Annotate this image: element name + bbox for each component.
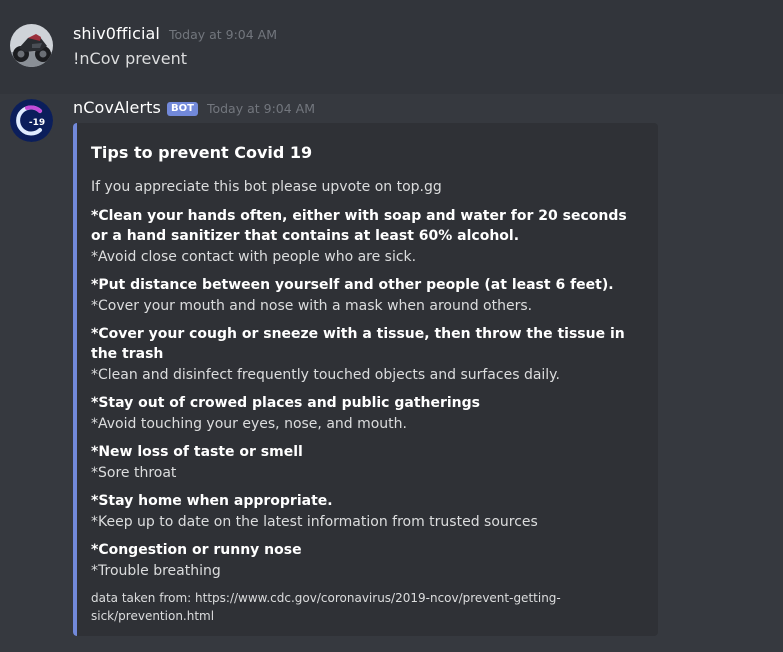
embed-field: *Clean your hands often, either with soa… [91,206,642,268]
field-name: *Put distance between yourself and other… [91,277,614,293]
embed-footer: data taken from: https://www.cdc.gov/cor… [91,591,561,623]
timestamp[interactable]: Today at 9:04 AM [207,101,315,116]
field-value: *Keep up to date on the latest informati… [91,514,538,530]
embed: Tips to prevent Covid 19 If you apprecia… [73,123,658,636]
bot-badge: BOT [167,102,198,116]
embed-field: *Cover your cough or sneeze with a tissu… [91,324,642,386]
field-value: *Sore throat [91,465,177,481]
username[interactable]: shiv0fficial [73,24,160,43]
field-value: *Avoid touching your eyes, nose, and mou… [91,416,407,432]
field-name: *Clean your hands often, either with soa… [91,208,627,244]
username[interactable]: nCovAlerts [73,98,161,117]
embed-field: *Stay home when appropriate. *Keep up to… [91,491,642,533]
message-bot[interactable]: -19 nCovAlerts BOT Today at 9:04 AM Tips… [0,94,783,652]
covid-19-logo-icon: -19 [10,99,53,142]
message-content: !nCov prevent [73,49,188,68]
message-user[interactable]: shiv0fficial Today at 9:04 AM !nCov prev… [0,0,783,94]
embed-field: *Put distance between yourself and other… [91,275,642,317]
field-name: *New loss of taste or smell [91,444,303,460]
embed-title: Tips to prevent Covid 19 [91,143,313,162]
embed-field: *New loss of taste or smell *Sore throat [91,442,642,484]
timestamp[interactable]: Today at 9:04 AM [169,27,277,42]
field-name: *Stay out of crowed places and public ga… [91,395,480,411]
field-name: *Congestion or runny nose [91,542,302,558]
field-value: *Avoid close contact with people who are… [91,249,417,265]
message-header: nCovAlerts BOT Today at 9:04 AM [73,98,315,118]
motorcycle-avatar-icon [10,24,53,67]
field-name: *Stay home when appropriate. [91,493,333,509]
field-value: *Clean and disinfect frequently touched … [91,367,560,383]
bot-avatar[interactable]: -19 [10,99,53,142]
embed-field: *Stay out of crowed places and public ga… [91,393,642,435]
user-avatar[interactable] [10,24,53,67]
embed-description: If you appreciate this bot please upvote… [91,179,442,195]
field-value: *Cover your mouth and nose with a mask w… [91,298,533,314]
message-header: shiv0fficial Today at 9:04 AM [73,24,277,43]
field-name: *Cover your cough or sneeze with a tissu… [91,326,625,362]
chat-messages: shiv0fficial Today at 9:04 AM !nCov prev… [0,0,783,652]
embed-field: *Congestion or runny nose *Trouble breat… [91,540,642,582]
field-value: *Trouble breathing [91,563,221,579]
avatar-label: -19 [29,118,45,128]
